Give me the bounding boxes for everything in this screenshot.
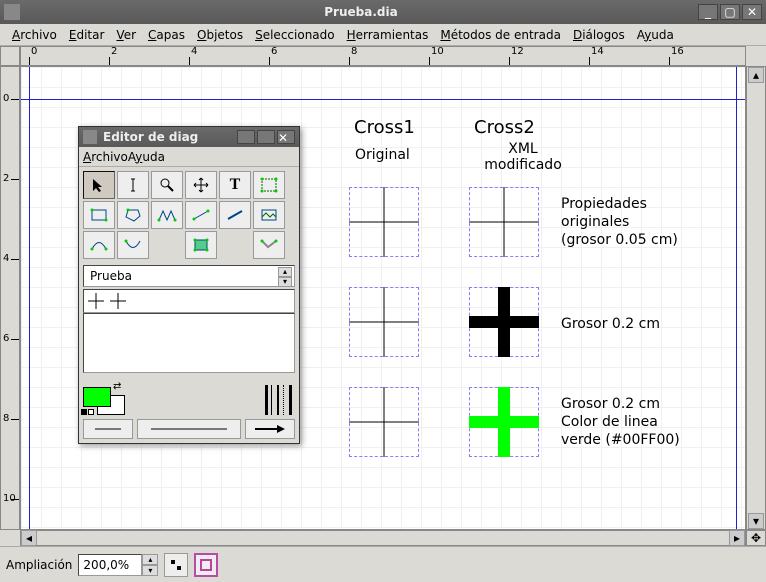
shape-cross-a[interactable] bbox=[86, 291, 106, 311]
tool-poly-edit[interactable] bbox=[185, 231, 217, 259]
tool-zigzag[interactable] bbox=[151, 201, 183, 229]
tool-pointer[interactable] bbox=[83, 171, 115, 199]
shape-palette bbox=[83, 289, 295, 313]
tool-image-box[interactable] bbox=[253, 201, 285, 229]
col-sub-original: Original bbox=[355, 147, 410, 163]
shape-area bbox=[83, 313, 295, 373]
close-button[interactable]: ✕ bbox=[742, 4, 762, 20]
tool-text[interactable]: T bbox=[219, 171, 251, 199]
zoom-up-button[interactable]: ▴ bbox=[142, 554, 158, 565]
tool-zoom[interactable] bbox=[151, 171, 183, 199]
col-sub-xml: XMLmodificado bbox=[478, 141, 568, 173]
cross-r1c1[interactable] bbox=[349, 187, 419, 257]
editor-menubar: Archivo Ayuda bbox=[79, 147, 299, 167]
scroll-up-button[interactable]: ▴ bbox=[748, 67, 764, 83]
menu-capas[interactable]: Capas bbox=[142, 28, 191, 42]
cross-r3c2[interactable] bbox=[469, 387, 539, 457]
menu-seleccionado[interactable]: Seleccionado bbox=[249, 28, 341, 42]
zoom-spinner[interactable]: ▴ ▾ bbox=[78, 554, 158, 576]
scroll-left-button[interactable]: ◂ bbox=[21, 530, 37, 546]
tool-select-box[interactable] bbox=[253, 171, 285, 199]
scrollbar-horizontal[interactable]: ◂ ▸ bbox=[20, 530, 746, 546]
object-snap-button[interactable] bbox=[194, 553, 218, 577]
menu-objetos[interactable]: Objetos bbox=[191, 28, 249, 42]
cross-r1c2[interactable] bbox=[469, 187, 539, 257]
desc-row2: Grosor 0.2 cm bbox=[561, 315, 660, 333]
col-header-cross1: Cross1 bbox=[354, 117, 415, 138]
maximize-button[interactable]: ▢ bbox=[720, 4, 740, 20]
tool-text-cursor[interactable] bbox=[117, 171, 149, 199]
cross-r2c2[interactable] bbox=[469, 287, 539, 357]
line-end-style[interactable] bbox=[245, 419, 295, 439]
editor-menu-ayuda[interactable]: Ayuda bbox=[128, 150, 165, 164]
ruler-vertical[interactable]: 0246810 bbox=[0, 66, 20, 530]
diagram-editor-window[interactable]: Editor de diag ✕ Archivo Ayuda T Prueba … bbox=[78, 126, 300, 444]
sheet-up-button[interactable]: ▴ bbox=[278, 267, 292, 277]
tool-link[interactable] bbox=[253, 231, 285, 259]
line-body-style[interactable] bbox=[137, 419, 241, 439]
minimize-button[interactable]: _ bbox=[698, 4, 718, 20]
editor-titlebar[interactable]: Editor de diag ✕ bbox=[79, 127, 299, 147]
guide-vertical-left[interactable] bbox=[29, 67, 30, 529]
menu-ver[interactable]: Ver bbox=[110, 28, 142, 42]
sheet-name: Prueba bbox=[90, 269, 132, 283]
menu-herramientas[interactable]: Herramientas bbox=[341, 28, 435, 42]
canvas-nav-button[interactable]: ✥ bbox=[746, 530, 766, 546]
menu-metodos[interactable]: Métodos de entrada bbox=[434, 28, 567, 42]
color-swatches[interactable]: ⇄ bbox=[83, 381, 125, 415]
sheet-down-button[interactable]: ▾ bbox=[278, 277, 292, 287]
editor-close-button[interactable]: ✕ bbox=[277, 130, 295, 144]
zoom-down-button[interactable]: ▾ bbox=[142, 565, 158, 576]
zoom-input[interactable] bbox=[78, 554, 142, 576]
tool-palette: T bbox=[79, 167, 299, 263]
snap-toggle-button[interactable] bbox=[164, 553, 188, 577]
zoom-label: Ampliación bbox=[6, 558, 72, 572]
menubar: Archivo Editar Ver Capas Objetos Selecci… bbox=[0, 24, 766, 46]
shape-cross-b[interactable] bbox=[108, 291, 128, 311]
default-bg-icon[interactable] bbox=[88, 409, 94, 415]
tool-curve-b[interactable] bbox=[117, 231, 149, 259]
editor-maximize-button[interactable] bbox=[257, 130, 275, 144]
statusbar: Ampliación ▴ ▾ bbox=[0, 546, 766, 582]
foreground-color-swatch[interactable] bbox=[83, 387, 111, 407]
editor-minimize-button[interactable] bbox=[237, 130, 255, 144]
guide-horizontal-top[interactable] bbox=[21, 99, 745, 100]
scrollbar-vertical[interactable]: ▴ ▾ bbox=[746, 66, 766, 530]
editor-menu-archivo[interactable]: Archivo bbox=[83, 150, 128, 164]
tool-curve-a[interactable] bbox=[83, 231, 115, 259]
editor-title: Editor de diag bbox=[97, 130, 235, 144]
menu-archivo[interactable]: Archivo bbox=[6, 28, 63, 42]
sheet-selector[interactable]: Prueba ▴▾ bbox=[83, 265, 295, 287]
tool-polygon[interactable] bbox=[117, 201, 149, 229]
swap-colors-icon[interactable]: ⇄ bbox=[113, 381, 121, 392]
cross-r3c1[interactable] bbox=[349, 387, 419, 457]
scroll-right-button[interactable]: ▸ bbox=[729, 530, 745, 546]
tool-move[interactable] bbox=[185, 171, 217, 199]
menu-dialogos[interactable]: Diálogos bbox=[567, 28, 631, 42]
scroll-down-button[interactable]: ▾ bbox=[748, 513, 764, 529]
editor-app-icon bbox=[83, 130, 97, 144]
ruler-corner bbox=[0, 46, 20, 66]
line-start-style[interactable] bbox=[83, 419, 133, 439]
guide-vertical-right[interactable] bbox=[736, 67, 737, 529]
tool-rect[interactable] bbox=[83, 201, 115, 229]
tool-lineseg[interactable] bbox=[185, 201, 217, 229]
desc-row1: Propiedadesoriginales(grosor 0.05 cm) bbox=[561, 195, 741, 250]
window-titlebar: Prueba.dia _ ▢ ✕ bbox=[0, 0, 766, 24]
ruler-horizontal[interactable]: 0246810121416 bbox=[20, 46, 746, 66]
tool-line[interactable] bbox=[219, 201, 251, 229]
app-icon bbox=[4, 4, 20, 20]
desc-row3: Grosor 0.2 cmColor de lineaverde (#00FF0… bbox=[561, 395, 741, 450]
menu-editar[interactable]: Editar bbox=[63, 28, 111, 42]
default-fg-icon[interactable] bbox=[81, 409, 87, 415]
cross-r2c1[interactable] bbox=[349, 287, 419, 357]
col-header-cross2: Cross2 bbox=[474, 117, 535, 138]
window-title: Prueba.dia bbox=[26, 5, 696, 19]
line-style-preview[interactable] bbox=[265, 385, 295, 415]
menu-ayuda[interactable]: Ayuda bbox=[631, 28, 680, 42]
color-row: ⇄ bbox=[83, 377, 295, 415]
line-ends-row bbox=[83, 419, 295, 439]
